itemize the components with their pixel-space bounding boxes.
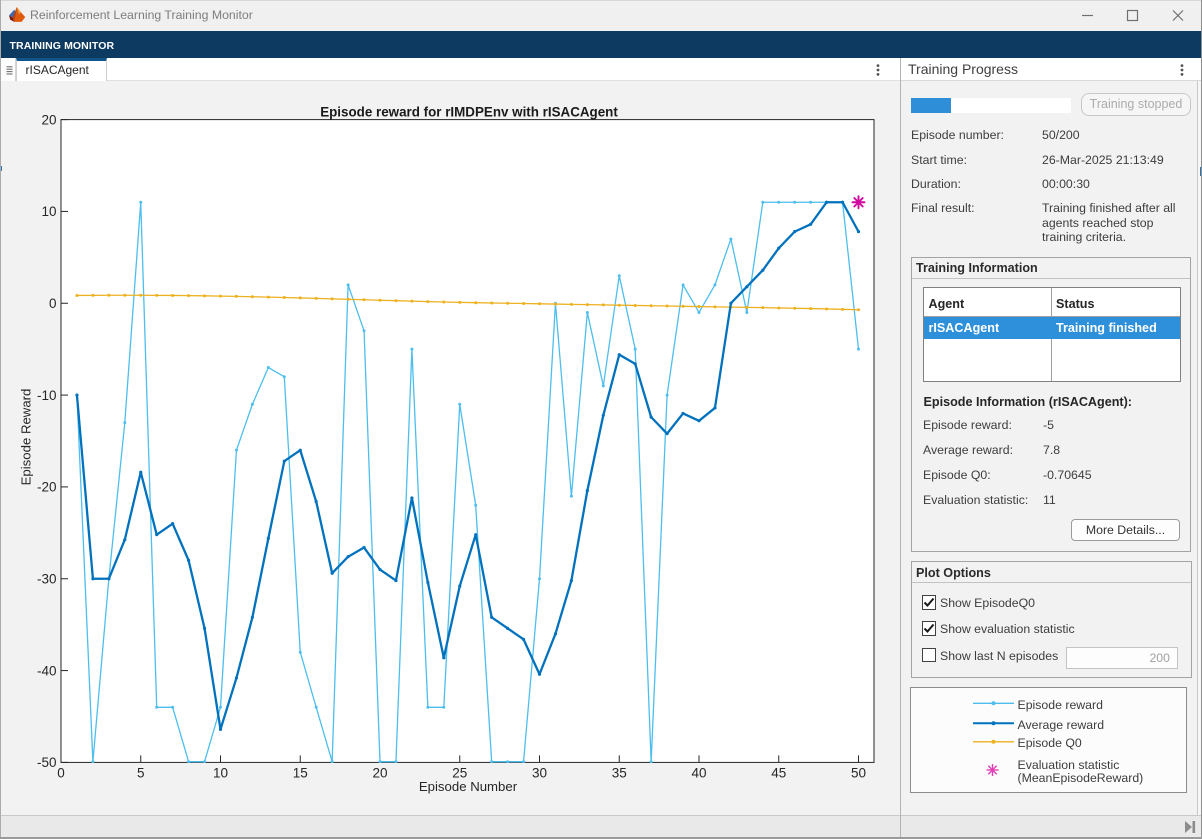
svg-text:Episode Number: Episode Number	[419, 779, 518, 794]
svg-text:30: 30	[532, 766, 547, 781]
svg-text:35: 35	[612, 766, 627, 781]
svg-text:-10: -10	[37, 388, 57, 403]
svg-text:-30: -30	[37, 571, 57, 586]
svg-text:-40: -40	[37, 663, 57, 678]
svg-text:10: 10	[213, 766, 228, 781]
svg-text:40: 40	[691, 766, 706, 781]
svg-text:5: 5	[137, 766, 145, 781]
svg-text:50: 50	[851, 766, 866, 781]
svg-text:0: 0	[57, 766, 65, 781]
svg-text:-20: -20	[37, 480, 57, 495]
svg-text:0: 0	[49, 296, 57, 311]
svg-text:20: 20	[372, 766, 387, 781]
svg-text:45: 45	[771, 766, 786, 781]
svg-text:-50: -50	[37, 755, 57, 770]
svg-text:15: 15	[293, 766, 308, 781]
svg-text:10: 10	[41, 204, 56, 219]
svg-text:Episode reward for rIMDPEnv wi: Episode reward for rIMDPEnv with rISACAg…	[320, 105, 618, 120]
svg-text:Episode Reward: Episode Reward	[19, 389, 34, 486]
svg-text:20: 20	[41, 112, 56, 127]
